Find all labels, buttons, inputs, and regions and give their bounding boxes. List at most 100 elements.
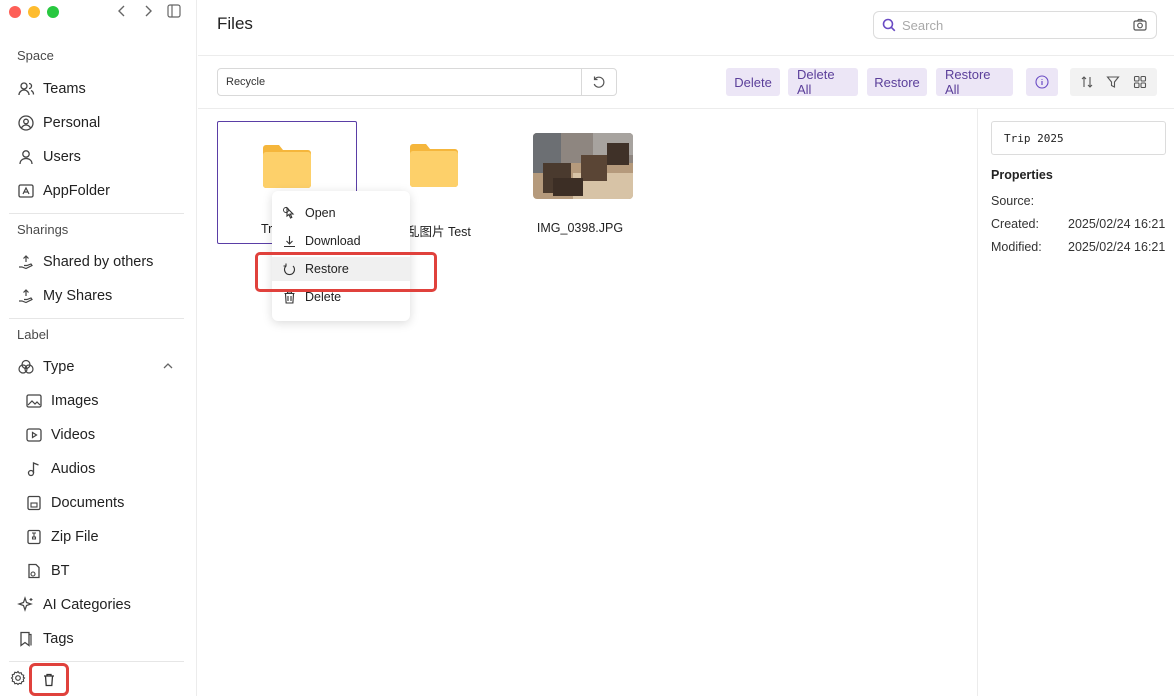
sidebar-item-zip-file[interactable]: Zip File bbox=[25, 526, 99, 548]
section-space-heading: Space bbox=[17, 48, 54, 63]
sidebar-item-label: Audios bbox=[51, 461, 96, 477]
menu-item-download[interactable]: Download bbox=[272, 229, 410, 253]
restore-button[interactable]: Restore bbox=[867, 68, 927, 96]
divider bbox=[9, 318, 184, 319]
zip-icon bbox=[27, 529, 41, 545]
sidebar-item-users[interactable]: Users bbox=[17, 146, 81, 168]
sparkle-icon bbox=[17, 596, 33, 612]
sidebar-item-label: Images bbox=[51, 393, 99, 409]
info-icon bbox=[1035, 75, 1049, 89]
document-icon bbox=[27, 495, 41, 511]
refresh-icon bbox=[593, 76, 605, 88]
property-value: 2025/02/24 16:21 bbox=[1068, 217, 1166, 231]
back-arrow-icon[interactable] bbox=[114, 3, 130, 19]
file-tile[interactable]: IMG_0398.JPG bbox=[510, 121, 650, 244]
properties-heading: Properties bbox=[991, 168, 1053, 182]
forward-arrow-icon[interactable] bbox=[140, 3, 156, 19]
restore-highlight-frame bbox=[255, 252, 437, 292]
search-box[interactable] bbox=[873, 11, 1157, 39]
file-name-field[interactable]: Trip 2025 bbox=[991, 121, 1166, 155]
sidebar-item-personal[interactable]: Personal bbox=[17, 112, 100, 134]
user-icon bbox=[19, 150, 33, 165]
delete-all-button[interactable]: Delete All bbox=[788, 67, 858, 97]
sidebar-footer bbox=[0, 660, 197, 696]
refresh-button[interactable] bbox=[581, 69, 616, 95]
sidebar-toggle-icon[interactable] bbox=[166, 3, 182, 19]
grid-view-icon[interactable] bbox=[1133, 75, 1147, 89]
path-bar[interactable]: Recycle bbox=[217, 68, 617, 96]
sidebar-item-label: Videos bbox=[51, 427, 96, 443]
camera-icon[interactable] bbox=[1132, 17, 1148, 33]
sidebar-item-ai-categories[interactable]: AI Categories bbox=[17, 594, 131, 616]
chevron-up-icon[interactable] bbox=[162, 360, 174, 372]
property-modified: Modified: 2025/02/24 16:21 bbox=[991, 240, 1174, 254]
teams-icon bbox=[18, 82, 35, 96]
maximize-window-button[interactable] bbox=[47, 6, 59, 18]
restore-all-button[interactable]: Restore All bbox=[936, 67, 1013, 97]
property-created: Created: 2025/02/24 16:21 bbox=[991, 217, 1174, 231]
sidebar-item-label: AppFolder bbox=[43, 183, 110, 199]
window-controls bbox=[9, 6, 59, 18]
app-window: Space Teams Personal Users AppFolder Sha… bbox=[0, 0, 1174, 696]
shared-hand-icon bbox=[19, 255, 33, 270]
property-value: 2025/02/24 16:21 bbox=[1068, 240, 1166, 254]
header: Files bbox=[198, 0, 1174, 56]
appfolder-icon bbox=[18, 184, 34, 198]
properties-panel: Trip 2025 Properties Source: Created: 20… bbox=[977, 109, 1174, 696]
minimize-window-button[interactable] bbox=[28, 6, 40, 18]
filter-icon[interactable] bbox=[1106, 75, 1121, 89]
type-icon bbox=[18, 359, 34, 374]
trash-icon bbox=[44, 673, 54, 686]
sidebar-item-label: AI Categories bbox=[43, 597, 131, 613]
sidebar-item-shared-by-others[interactable]: Shared by others bbox=[17, 251, 153, 273]
gear-icon[interactable] bbox=[10, 670, 26, 686]
recycle-bin-button[interactable] bbox=[29, 663, 69, 696]
section-sharings-heading: Sharings bbox=[17, 222, 69, 237]
property-label: Modified: bbox=[991, 240, 1042, 254]
sidebar-item-label: Documents bbox=[51, 495, 125, 511]
sidebar-item-label: Shared by others bbox=[43, 254, 154, 270]
divider bbox=[9, 213, 184, 214]
sidebar-item-tags[interactable]: Tags bbox=[17, 628, 74, 650]
sidebar-item-label: Teams bbox=[43, 81, 86, 97]
sidebar-item-bt[interactable]: BT bbox=[25, 560, 70, 582]
folder-icon bbox=[410, 144, 458, 187]
search-input[interactable] bbox=[902, 17, 1126, 33]
property-label: Created: bbox=[991, 217, 1039, 231]
sidebar-item-documents[interactable]: Documents bbox=[25, 492, 124, 514]
property-label: Source: bbox=[991, 194, 1035, 208]
file-name: IMG_0398.JPG bbox=[536, 221, 624, 235]
sidebar-item-label: Users bbox=[43, 149, 81, 165]
close-window-button[interactable] bbox=[9, 6, 21, 18]
sidebar-item-audios[interactable]: Audios bbox=[25, 458, 95, 480]
sidebar-item-images[interactable]: Images bbox=[25, 390, 99, 412]
sidebar-item-appfolder[interactable]: AppFolder bbox=[17, 180, 110, 202]
sidebar-item-type[interactable]: Type bbox=[17, 356, 74, 378]
section-label-heading: Label bbox=[17, 327, 49, 342]
video-icon bbox=[26, 428, 42, 442]
sidebar-item-label: Type bbox=[43, 359, 75, 375]
nav-buttons bbox=[114, 3, 182, 19]
menu-item-label: Open bbox=[305, 206, 336, 220]
bt-file-icon bbox=[28, 563, 40, 579]
sidebar-item-videos[interactable]: Videos bbox=[25, 424, 95, 446]
toolbar: Recycle Delete Delete All Restore Restor… bbox=[198, 56, 1174, 109]
sort-icon[interactable] bbox=[1080, 75, 1094, 89]
sidebar-item-label: My Shares bbox=[43, 288, 113, 304]
sidebar-item-label: Zip File bbox=[51, 529, 99, 545]
delete-button[interactable]: Delete bbox=[726, 68, 780, 96]
download-icon bbox=[284, 235, 295, 247]
info-button[interactable] bbox=[1026, 68, 1058, 96]
sidebar-item-label: Tags bbox=[43, 631, 74, 647]
search-icon bbox=[882, 18, 896, 32]
menu-item-open[interactable]: Open bbox=[272, 201, 410, 225]
sidebar-item-my-shares[interactable]: My Shares bbox=[17, 285, 112, 307]
image-thumbnail bbox=[533, 133, 633, 199]
folder-icon bbox=[263, 145, 311, 188]
share-hand-icon bbox=[19, 289, 33, 304]
personal-icon bbox=[18, 115, 34, 131]
bookmark-icon bbox=[20, 631, 32, 647]
sidebar-item-label: Personal bbox=[43, 115, 101, 131]
menu-item-label: Download bbox=[305, 234, 361, 248]
sidebar-item-teams[interactable]: Teams bbox=[17, 78, 86, 100]
